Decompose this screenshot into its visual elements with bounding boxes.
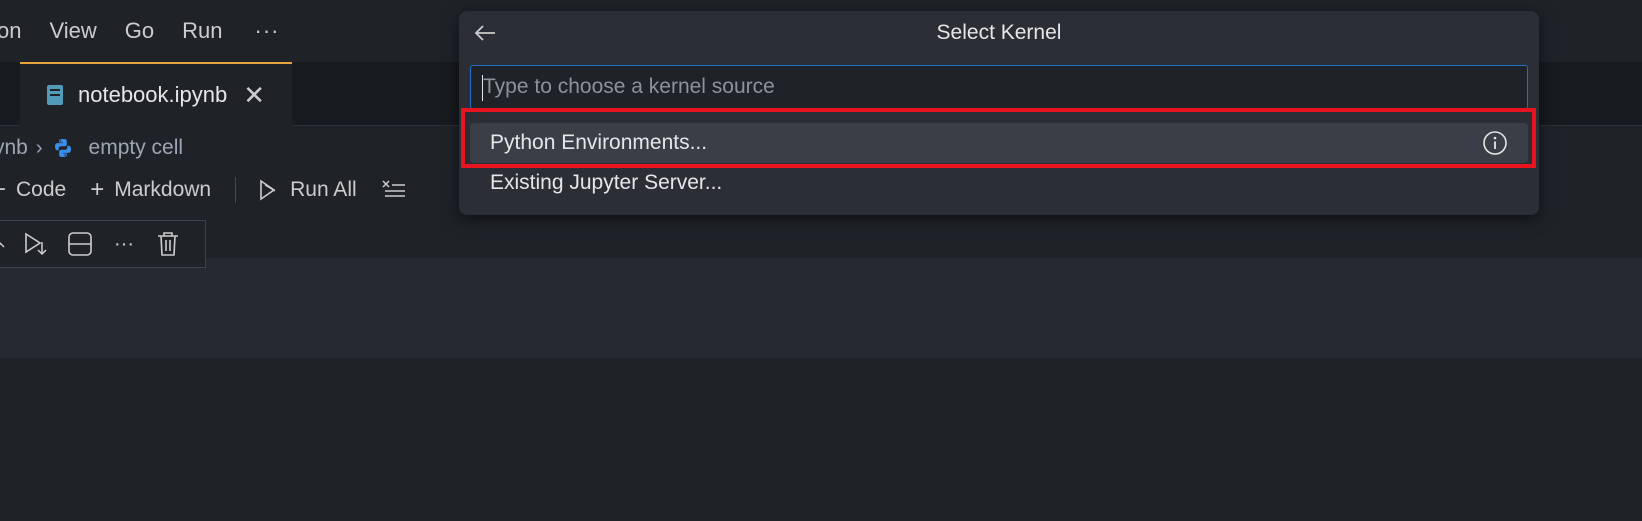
vscode-window: on View Go Run ··· notebook.ipynb ✕ ynb … [0, 0, 1642, 521]
notebook-file-icon [47, 85, 63, 105]
arrow-left-icon[interactable] [471, 19, 499, 47]
list-item-label: Existing Jupyter Server... [490, 171, 723, 194]
tab-label: notebook.ipynb [78, 82, 228, 107]
menu-more-icon[interactable]: ··· [237, 18, 298, 44]
plus-icon: + [90, 176, 105, 203]
list-item-label: Python Environments... [490, 131, 708, 154]
add-code-label: Code [16, 178, 67, 201]
python-icon [54, 139, 71, 157]
tab-notebook[interactable]: notebook.ipynb ✕ [20, 62, 292, 126]
notebook-toolbar: + Code + Markdown Run All [0, 172, 431, 208]
chevron-right-icon: › [35, 136, 43, 159]
add-markdown-label: Markdown [114, 178, 212, 201]
trash-icon[interactable] [153, 229, 183, 259]
breadcrumb-file[interactable]: ynb [0, 136, 28, 160]
select-kernel-quick-pick: Select Kernel Python Environments... Exi… [459, 11, 1539, 215]
kernel-source-input[interactable] [470, 65, 1528, 109]
kernel-source-list: Python Environments... Existing Jupyter … [470, 123, 1528, 203]
quick-pick-title: Select Kernel [936, 21, 1062, 44]
clear-all-outputs-icon [382, 180, 405, 197]
add-code-button[interactable]: + Code [0, 176, 66, 204]
execute-above-icon[interactable] [0, 229, 7, 259]
clear-outputs-button[interactable] [381, 178, 407, 202]
menu-view[interactable]: View [35, 0, 110, 62]
split-cell-icon[interactable] [65, 229, 95, 259]
menu-run[interactable]: Run [168, 0, 236, 62]
notebook-cell[interactable] [0, 258, 1642, 358]
quick-pick-header: Select Kernel [459, 11, 1539, 55]
menu-go[interactable]: Go [111, 0, 168, 62]
more-actions-icon[interactable]: ··· [109, 229, 139, 259]
plus-icon: + [0, 176, 6, 204]
breadcrumb-cell[interactable]: empty cell [89, 136, 184, 160]
list-item-existing-jupyter-server[interactable]: Existing Jupyter Server... [470, 163, 1528, 203]
text-cursor [482, 75, 483, 101]
toolbar-divider [235, 177, 237, 203]
run-all-label: Run All [290, 178, 357, 201]
breadcrumb: ynb › empty cell [0, 130, 183, 166]
close-icon[interactable]: ✕ [243, 82, 265, 108]
menu-selection[interactable]: on [0, 0, 35, 62]
execute-below-icon[interactable] [21, 229, 51, 259]
info-icon[interactable] [1482, 130, 1508, 156]
run-all-button[interactable]: Run All [256, 178, 357, 202]
run-all-icon [260, 179, 276, 201]
cell-toolbar: ··· [0, 220, 206, 268]
list-item-python-environments[interactable]: Python Environments... [470, 123, 1528, 163]
add-markdown-button[interactable]: + Markdown [90, 176, 211, 204]
